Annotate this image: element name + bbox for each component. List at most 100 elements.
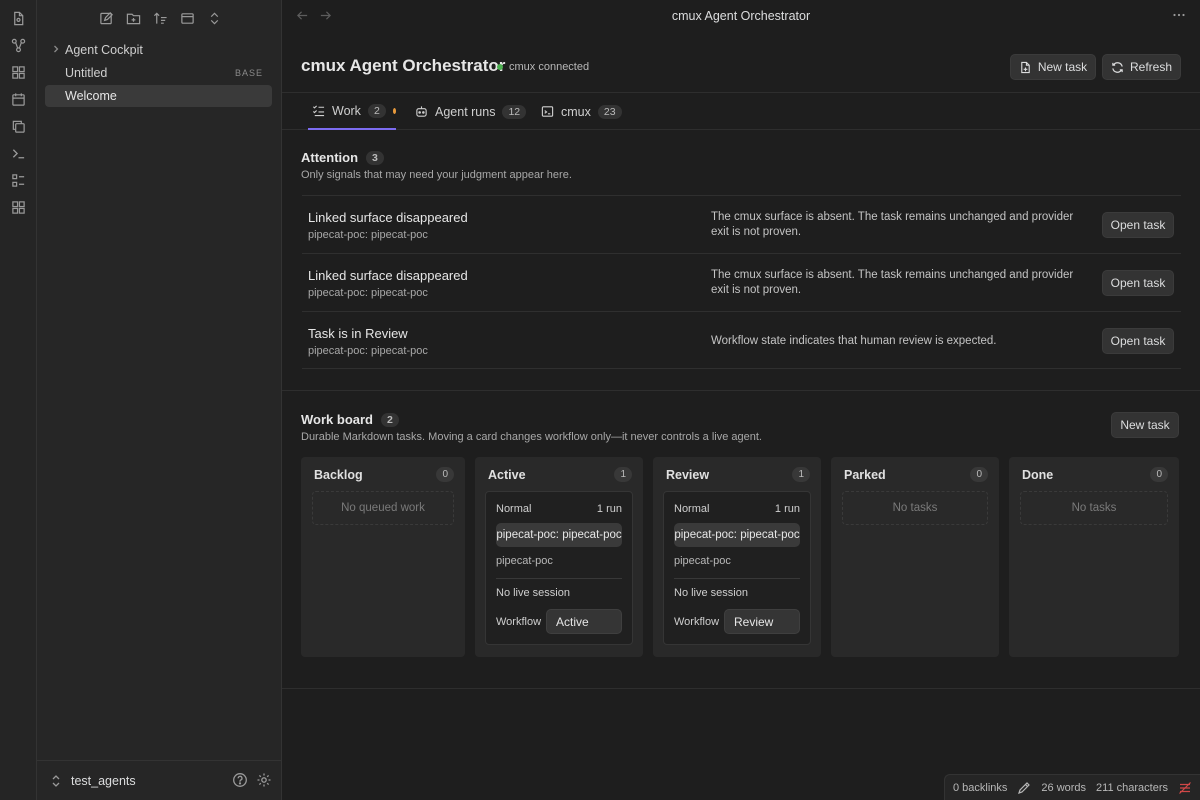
new-task-label: New task <box>1037 60 1088 74</box>
empty-placeholder: No queued work <box>312 491 454 525</box>
tab-agent-runs[interactable]: Agent runs 12 <box>415 93 527 130</box>
card-session-status: No live session <box>674 587 748 599</box>
board-column-done: Done 0 No tasks <box>1009 457 1179 657</box>
sort-icon[interactable] <box>151 9 169 27</box>
section-count: 2 <box>381 412 399 427</box>
tree-file-untitled[interactable]: Untitled BASE <box>45 62 272 84</box>
tree-folder-agent-cockpit[interactable]: Agent Cockpit <box>45 39 272 61</box>
tab-cmux[interactable]: cmux 23 <box>541 93 622 130</box>
settings-gear-icon[interactable] <box>256 772 272 788</box>
column-count: 1 <box>792 467 810 482</box>
list-icon[interactable] <box>9 171 27 189</box>
blocks-icon[interactable] <box>9 198 27 216</box>
ribbon <box>0 0 37 800</box>
task-card[interactable]: Normal 1 run pipecat-poc: pipecat-poc pi… <box>663 491 811 645</box>
column-title: Done <box>1022 468 1054 482</box>
attention-row: Linked surface disappeared pipecat-poc: … <box>302 253 1181 311</box>
expand-icon[interactable] <box>205 9 223 27</box>
board-new-task-button[interactable]: New task <box>1111 412 1179 438</box>
grid-icon[interactable] <box>9 63 27 81</box>
new-note-icon[interactable] <box>97 9 115 27</box>
vault-switcher[interactable]: test_agents <box>37 760 282 800</box>
new-folder-icon[interactable] <box>124 9 142 27</box>
card-task-link[interactable]: pipecat-poc: pipecat-poc <box>496 523 622 547</box>
open-task-button[interactable]: Open task <box>1102 328 1174 354</box>
help-icon[interactable] <box>232 772 248 788</box>
workflow-select[interactable]: Active <box>546 609 622 634</box>
card-task-link[interactable]: pipecat-poc: pipecat-poc <box>674 523 800 547</box>
view-title: cmux Agent Orchestrator <box>671 9 811 23</box>
attention-task: pipecat-poc: pipecat-poc <box>308 229 428 241</box>
card-project: pipecat-poc <box>674 555 731 567</box>
copy-icon[interactable] <box>9 117 27 135</box>
card-priority: Normal <box>496 503 532 515</box>
terminal-icon[interactable] <box>9 144 27 162</box>
board-column-backlog: Backlog 0 No queued work <box>301 457 465 657</box>
connection-status-label: cmux connected <box>509 61 590 73</box>
backlinks-count[interactable]: 0 backlinks <box>953 782 1007 794</box>
file-explorer: Agent Cockpit Untitled BASE Welcome test… <box>37 0 282 800</box>
workflow-label: Workflow <box>674 616 720 628</box>
tab-label: Work <box>332 103 361 118</box>
chevron-updown-icon <box>51 774 61 788</box>
workflow-label: Workflow <box>496 616 542 628</box>
attention-row: Linked surface disappeared pipecat-poc: … <box>302 195 1181 253</box>
column-title: Parked <box>844 468 886 482</box>
more-options-icon[interactable] <box>1172 8 1186 22</box>
back-arrow-icon[interactable] <box>296 9 309 22</box>
titlebar: cmux Agent Orchestrator <box>282 0 1200 32</box>
new-task-button[interactable]: New task <box>1010 54 1096 80</box>
graph-icon[interactable] <box>9 36 27 54</box>
card-run-count: 1 run <box>596 503 622 515</box>
edit-pencil-icon[interactable] <box>1017 781 1031 795</box>
tree-file-welcome[interactable]: Welcome <box>45 85 272 107</box>
tree-item-label: Welcome <box>65 89 117 103</box>
tree-item-label: Agent Cockpit <box>65 43 143 57</box>
refresh-icon <box>1111 61 1124 74</box>
column-count: 0 <box>970 467 988 482</box>
open-task-button[interactable]: Open task <box>1102 212 1174 238</box>
new-file-icon <box>1019 61 1032 74</box>
section-count: 3 <box>366 150 384 165</box>
view-tabs: Work 2 Agent runs 12 cmux 23 <box>282 92 1200 130</box>
tab-count: 23 <box>597 104 622 119</box>
forward-arrow-icon[interactable] <box>319 9 332 22</box>
attention-title: Linked surface disappeared <box>308 268 468 283</box>
section-title: Attention <box>301 150 359 165</box>
file-type-badge: BASE <box>234 68 263 78</box>
open-task-button[interactable]: Open task <box>1102 270 1174 296</box>
attention-title: Linked surface disappeared <box>308 210 468 225</box>
column-title: Review <box>666 468 710 482</box>
section-title: Work board <box>301 412 373 427</box>
attention-description: The cmux surface is absent. The task rem… <box>711 269 1074 296</box>
attention-description: The cmux surface is absent. The task rem… <box>711 211 1074 238</box>
attention-title: Task is in Review <box>308 326 408 341</box>
workflow-select[interactable]: Review <box>724 609 800 634</box>
column-count: 0 <box>436 467 454 482</box>
task-card[interactable]: Normal 1 run pipecat-poc: pipecat-poc pi… <box>485 491 633 645</box>
collapse-icon[interactable] <box>178 9 196 27</box>
attention-heading: Attention 3 <box>301 150 384 165</box>
status-bar: 0 backlinks 26 words 211 characters <box>943 774 1200 800</box>
empty-placeholder: No tasks <box>1020 491 1168 525</box>
tab-label: cmux <box>561 104 591 119</box>
empty-placeholder: No tasks <box>842 491 988 525</box>
card-divider <box>496 578 622 579</box>
file-icon[interactable] <box>9 9 27 27</box>
refresh-button[interactable]: Refresh <box>1102 54 1181 80</box>
attention-description: Workflow state indicates that human revi… <box>711 334 997 347</box>
status-dot <box>497 64 503 70</box>
main-view: cmux Agent Orchestrator cmux Agent Orche… <box>282 0 1200 800</box>
robot-icon <box>415 105 428 118</box>
card-run-count: 1 run <box>774 503 800 515</box>
connection-status: cmux connected <box>497 61 589 73</box>
word-count: 26 words <box>1041 781 1087 794</box>
column-count: 0 <box>1150 467 1168 482</box>
tab-work[interactable]: Work 2 <box>308 93 396 130</box>
tab-label: Agent runs <box>435 104 496 119</box>
attention-task: pipecat-poc: pipecat-poc <box>308 345 428 357</box>
calendar-icon[interactable] <box>9 90 27 108</box>
card-priority: Normal <box>674 503 710 515</box>
board-column-review: Review 1 Normal 1 run pipecat-poc: pipec… <box>653 457 821 657</box>
sync-disabled-icon[interactable] <box>1178 781 1192 795</box>
